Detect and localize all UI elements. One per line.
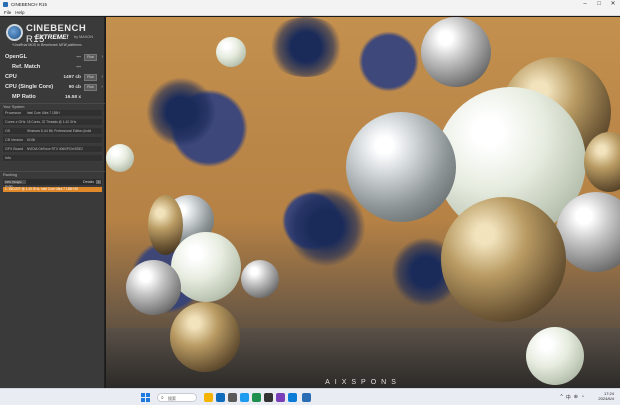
starburst	[266, 17, 346, 77]
watermark: AIXSPONS	[325, 379, 401, 386]
system-row: CB Version 64 Bit	[3, 137, 102, 144]
system-row: OS Windows 8, 64 Bit, Professional Editi…	[3, 128, 102, 135]
chevron-right-icon[interactable]: ›	[101, 84, 103, 90]
sphere	[441, 197, 566, 322]
ranking-select[interactable]: CPU (Single Core)	[4, 180, 26, 188]
menu-bar: File Help	[0, 9, 620, 16]
control-panel: CINEBENCH R15 EXTREME! by MAXON *Unoffic…	[0, 17, 105, 388]
volume-icon[interactable]: ◔	[581, 394, 584, 401]
file-explorer-icon[interactable]	[204, 393, 213, 402]
close-button[interactable]: ✕	[606, 0, 620, 9]
system-row: Processor Intel Core Ultra 7 155H	[3, 110, 102, 117]
app-icon	[3, 2, 8, 7]
bench-mp-ratio: MP Ratio 16.58 x	[0, 94, 105, 102]
cinebench-logo-icon	[6, 24, 23, 41]
network-icon[interactable]: ⊕	[574, 394, 578, 401]
window-controls: – □ ✕	[578, 0, 620, 9]
logo-extreme: EXTREME!	[35, 34, 69, 41]
cinebench-taskbar-icon[interactable]	[302, 393, 311, 402]
app-icon[interactable]	[228, 393, 237, 402]
clock[interactable]: 17:24 2024/6/4	[598, 391, 614, 401]
bench-value: ---	[76, 65, 81, 70]
bench-cpu-single: CPU (Single Core) 90 cb Run ›	[0, 84, 105, 92]
ranking-heading: Ranking	[0, 171, 105, 177]
windows-start-icon[interactable]	[141, 393, 150, 402]
chevron-right-icon[interactable]: ›	[101, 74, 103, 80]
window-title: CINEBENCH R15	[11, 2, 48, 7]
ime-icon[interactable]: 中	[566, 394, 571, 401]
clock-date: 2024/6/4	[598, 396, 614, 401]
starburst	[286, 187, 366, 267]
bench-value: 16.58 x	[64, 95, 81, 100]
bench-opengl: OpenGL --- Run ›	[0, 54, 105, 62]
logo-maxon: by MAXON	[74, 35, 93, 39]
starburst	[146, 77, 216, 147]
app-icon[interactable]	[288, 393, 297, 402]
system-heading: Your System	[0, 103, 105, 109]
sphere	[126, 260, 181, 315]
cinebench-logo: CINEBENCH R15 EXTREME! by MAXON *Unoffic…	[4, 21, 101, 49]
bench-label: Ref. Match	[12, 64, 41, 70]
bench-label: CPU (Single Core)	[5, 84, 54, 90]
sphere	[584, 132, 620, 192]
sphere	[241, 260, 279, 298]
bench-label: CPU	[5, 74, 17, 80]
tray-overflow-icon[interactable]: ^	[560, 394, 562, 401]
sphere	[106, 144, 134, 172]
app-icon[interactable]	[252, 393, 261, 402]
chevron-right-icon[interactable]: ›	[101, 54, 103, 60]
bench-ref-match: Ref. Match ---	[0, 64, 105, 72]
sphere	[421, 17, 491, 87]
run-button[interactable]: Run	[84, 84, 97, 91]
bench-label: OpenGL	[5, 54, 28, 60]
maximize-button[interactable]: □	[592, 0, 606, 9]
bench-value: 90 cb	[68, 85, 81, 90]
ranking-toolbar: CPU (Single Core) Details i	[3, 179, 102, 188]
run-button[interactable]: Run	[84, 74, 97, 81]
sphere	[346, 112, 456, 222]
bench-value: ---	[76, 55, 81, 60]
details-button[interactable]: Details	[83, 179, 94, 185]
logo-brand: CINEBENCH	[26, 23, 87, 34]
system-row: Info	[3, 155, 102, 162]
bench-value: 1497 cb	[63, 75, 81, 80]
menu-help[interactable]: Help	[15, 10, 24, 15]
sphere	[216, 37, 246, 67]
system-row: GFX Board NVIDIA GeForce RTX 4060/PCIe/S…	[3, 146, 102, 153]
taskbar: ⌕ 搜索 ^ 中 ⊕ ◔ 17:24 2024/6/4	[0, 388, 620, 405]
sphere	[171, 232, 241, 302]
menu-file[interactable]: File	[4, 10, 11, 15]
edge-icon[interactable]	[216, 393, 225, 402]
system-row: Cores x GHz 16 Cores, 22 Threads @ 1.40 …	[3, 119, 102, 126]
app-icon[interactable]	[240, 393, 249, 402]
logo-note: *Unofficial MOD to Benchmark NEW platfor…	[12, 43, 82, 47]
bench-label: MP Ratio	[12, 94, 36, 100]
sphere	[526, 327, 584, 385]
info-icon[interactable]: i	[96, 180, 101, 184]
render-viewport: AIXSPONS	[106, 17, 620, 388]
taskbar-search[interactable]: ⌕ 搜索	[157, 393, 197, 402]
sphere	[170, 302, 240, 372]
minimize-button[interactable]: –	[578, 0, 592, 9]
app-icon[interactable]	[276, 393, 285, 402]
taskbar-search-text: 搜索	[168, 396, 176, 401]
app-icon[interactable]	[264, 393, 273, 402]
bench-cpu: CPU 1497 cb Run ›	[0, 74, 105, 82]
title-bar: CINEBENCH R15 – □ ✕	[0, 0, 620, 9]
run-button[interactable]: Run	[84, 54, 97, 61]
ranking-entry[interactable]: 1. 16C/22T @ 1.40 GHz, Intel Core Ultra …	[3, 187, 102, 192]
search-icon: ⌕	[161, 395, 164, 401]
system-tray: ^ 中 ⊕ ◔	[560, 394, 584, 401]
